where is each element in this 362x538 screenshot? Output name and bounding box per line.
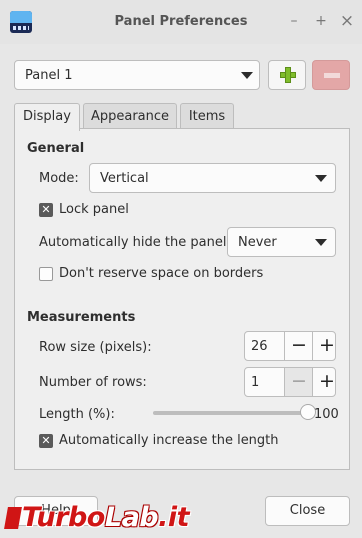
title-bar: Panel Preferences – + × bbox=[0, 0, 362, 44]
dont-reserve-space-checkbox[interactable] bbox=[39, 267, 53, 281]
rows-spinner[interactable]: 1 − + bbox=[244, 367, 336, 397]
mode-select[interactable]: Vertical bbox=[89, 163, 336, 193]
rows-increment-button[interactable]: + bbox=[312, 368, 341, 396]
row-size-decrement-button[interactable]: − bbox=[284, 332, 313, 360]
close-window-button[interactable]: × bbox=[338, 12, 356, 30]
minus-icon bbox=[324, 73, 340, 78]
lock-panel-checkbox[interactable]: ✕ bbox=[39, 203, 53, 217]
panel-select[interactable]: Panel 1 bbox=[14, 60, 260, 90]
maximize-button[interactable]: + bbox=[312, 12, 330, 30]
length-label: Length (%): bbox=[39, 407, 115, 422]
rows-decrement-button[interactable]: − bbox=[284, 368, 313, 396]
chevron-down-icon bbox=[315, 175, 327, 182]
row-size-increment-button[interactable]: + bbox=[312, 332, 341, 360]
autohide-select-value: Never bbox=[238, 235, 277, 250]
tab-appearance[interactable]: Appearance bbox=[83, 103, 177, 129]
mode-select-value: Vertical bbox=[100, 171, 149, 186]
auto-increase-length-label: Automatically increase the length bbox=[59, 433, 279, 448]
autohide-label: Automatically hide the panel: bbox=[39, 235, 231, 250]
window-title: Panel Preferences bbox=[114, 14, 248, 29]
length-value: 100 bbox=[314, 407, 339, 422]
mode-label: Mode: bbox=[39, 171, 79, 186]
tab-items[interactable]: Items bbox=[180, 103, 234, 129]
tab-display[interactable]: Display bbox=[14, 103, 80, 131]
add-panel-button[interactable] bbox=[268, 60, 306, 90]
turbolab-logo-icon bbox=[4, 507, 22, 529]
row-size-label: Row size (pixels): bbox=[39, 340, 152, 355]
turbolab-watermark: TurboLab.it bbox=[4, 502, 190, 536]
measurements-heading: Measurements bbox=[27, 310, 136, 325]
remove-panel-button[interactable] bbox=[312, 60, 350, 90]
plus-icon bbox=[280, 67, 296, 83]
autohide-select[interactable]: Never bbox=[227, 227, 336, 257]
dont-reserve-space-label: Don't reserve space on borders bbox=[59, 266, 264, 281]
rows-value[interactable]: 1 bbox=[251, 375, 259, 390]
minimize-button[interactable]: – bbox=[285, 12, 303, 30]
panel-select-value: Panel 1 bbox=[25, 68, 73, 83]
general-heading: General bbox=[27, 141, 85, 156]
auto-increase-length-checkbox[interactable]: ✕ bbox=[39, 434, 53, 448]
rows-label: Number of rows: bbox=[39, 375, 147, 390]
row-size-spinner[interactable]: 26 − + bbox=[244, 331, 336, 361]
chevron-down-icon bbox=[241, 72, 253, 79]
length-slider-track[interactable] bbox=[153, 411, 309, 415]
chevron-down-icon bbox=[315, 239, 327, 246]
close-button[interactable]: Close bbox=[265, 496, 350, 526]
lock-panel-label: Lock panel bbox=[59, 202, 129, 217]
row-size-value[interactable]: 26 bbox=[251, 339, 268, 354]
